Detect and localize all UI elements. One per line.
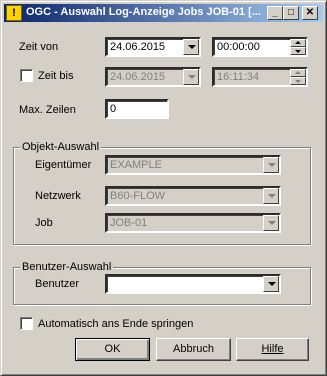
chevron-down-icon <box>268 194 276 198</box>
hilfe-button[interactable]: Hilfe <box>236 338 309 361</box>
spin-down-icon[interactable] <box>290 77 306 85</box>
auto-end-label: Automatisch ans Ende springen <box>38 318 194 330</box>
benutzer-auswahl-group-label: Benutzer-Auswahl <box>20 261 114 273</box>
zeit-bis-time-value: 16:11:34 <box>217 71 260 83</box>
zeit-bis-date-dropdown-button[interactable] <box>183 69 199 85</box>
eigentuemer-label: Eigentümer <box>35 159 92 171</box>
spin-up-icon[interactable] <box>290 39 306 47</box>
zeit-von-time-spin-buttons[interactable] <box>290 39 306 55</box>
netzwerk-select[interactable]: B60-FLOW <box>105 186 281 206</box>
benutzer-label: Benutzer <box>35 278 80 290</box>
window-title: OGC - Auswahl Log-Anzeige Jobs JOB-01 [.… <box>26 6 261 18</box>
ok-button[interactable]: OK <box>75 338 150 361</box>
chevron-down-icon <box>188 45 196 49</box>
netzwerk-value: B60-FLOW <box>110 190 166 202</box>
eigentuemer-select[interactable]: EXAMPLE <box>105 155 281 175</box>
maximize-button[interactable]: □ <box>283 6 299 20</box>
zeit-von-date-dropdown-button[interactable] <box>183 39 199 55</box>
zeit-bis-checkbox[interactable] <box>20 69 33 82</box>
max-zeilen-input[interactable]: 0 <box>105 99 169 119</box>
zeit-bis-time-spinner[interactable]: 16:11:34 <box>212 67 308 87</box>
spin-down-icon[interactable] <box>290 47 306 55</box>
benutzer-select[interactable] <box>105 274 281 294</box>
title-bar[interactable]: ! OGC - Auswahl Log-Anzeige Jobs JOB-01 … <box>4 4 323 22</box>
netzwerk-dropdown-button[interactable] <box>263 188 279 204</box>
max-zeilen-label: Max. Zeilen <box>19 104 76 116</box>
spin-up-icon[interactable] <box>290 69 306 77</box>
chevron-down-icon <box>268 221 276 225</box>
zeit-von-time-spinner[interactable]: 00:00:00 <box>212 37 308 57</box>
zeit-von-date-value: 24.06.2015 <box>110 41 166 53</box>
zeit-von-date-picker[interactable]: 24.06.2015 <box>105 37 201 57</box>
zeit-von-time-value: 00:00:00 <box>217 41 260 53</box>
minimize-button[interactable]: _ <box>267 6 283 20</box>
max-zeilen-value: 0 <box>110 103 117 115</box>
benutzer-dropdown-button[interactable] <box>263 276 279 292</box>
eigentuemer-dropdown-button[interactable] <box>263 157 279 173</box>
objekt-auswahl-group-label: Objekt-Auswahl <box>20 141 102 153</box>
netzwerk-label: Netzwerk <box>35 190 81 202</box>
job-select[interactable]: JOB-01 <box>105 213 281 233</box>
zeit-bis-date-picker[interactable]: 24.06.2015 <box>105 67 201 87</box>
job-label: Job <box>35 217 53 229</box>
job-dropdown-button[interactable] <box>263 215 279 231</box>
auto-end-checkbox[interactable] <box>20 317 33 330</box>
hilfe-button-label: Hilfe <box>261 343 284 355</box>
abbruch-button[interactable]: Abbruch <box>156 338 231 361</box>
chevron-down-icon <box>268 163 276 167</box>
zeit-bis-label: Zeit bis <box>38 70 74 82</box>
app-icon: ! <box>6 5 22 21</box>
zeit-von-label: Zeit von <box>19 41 59 53</box>
eigentuemer-value: EXAMPLE <box>110 159 162 171</box>
job-value: JOB-01 <box>110 217 148 229</box>
dialog-window: ! OGC - Auswahl Log-Anzeige Jobs JOB-01 … <box>0 0 327 376</box>
chevron-down-icon <box>188 75 196 79</box>
close-button[interactable]: ✕ <box>302 6 318 20</box>
zeit-bis-time-spin-buttons[interactable] <box>290 69 306 85</box>
chevron-down-icon <box>268 282 276 286</box>
zeit-bis-date-value: 24.06.2015 <box>110 71 166 83</box>
